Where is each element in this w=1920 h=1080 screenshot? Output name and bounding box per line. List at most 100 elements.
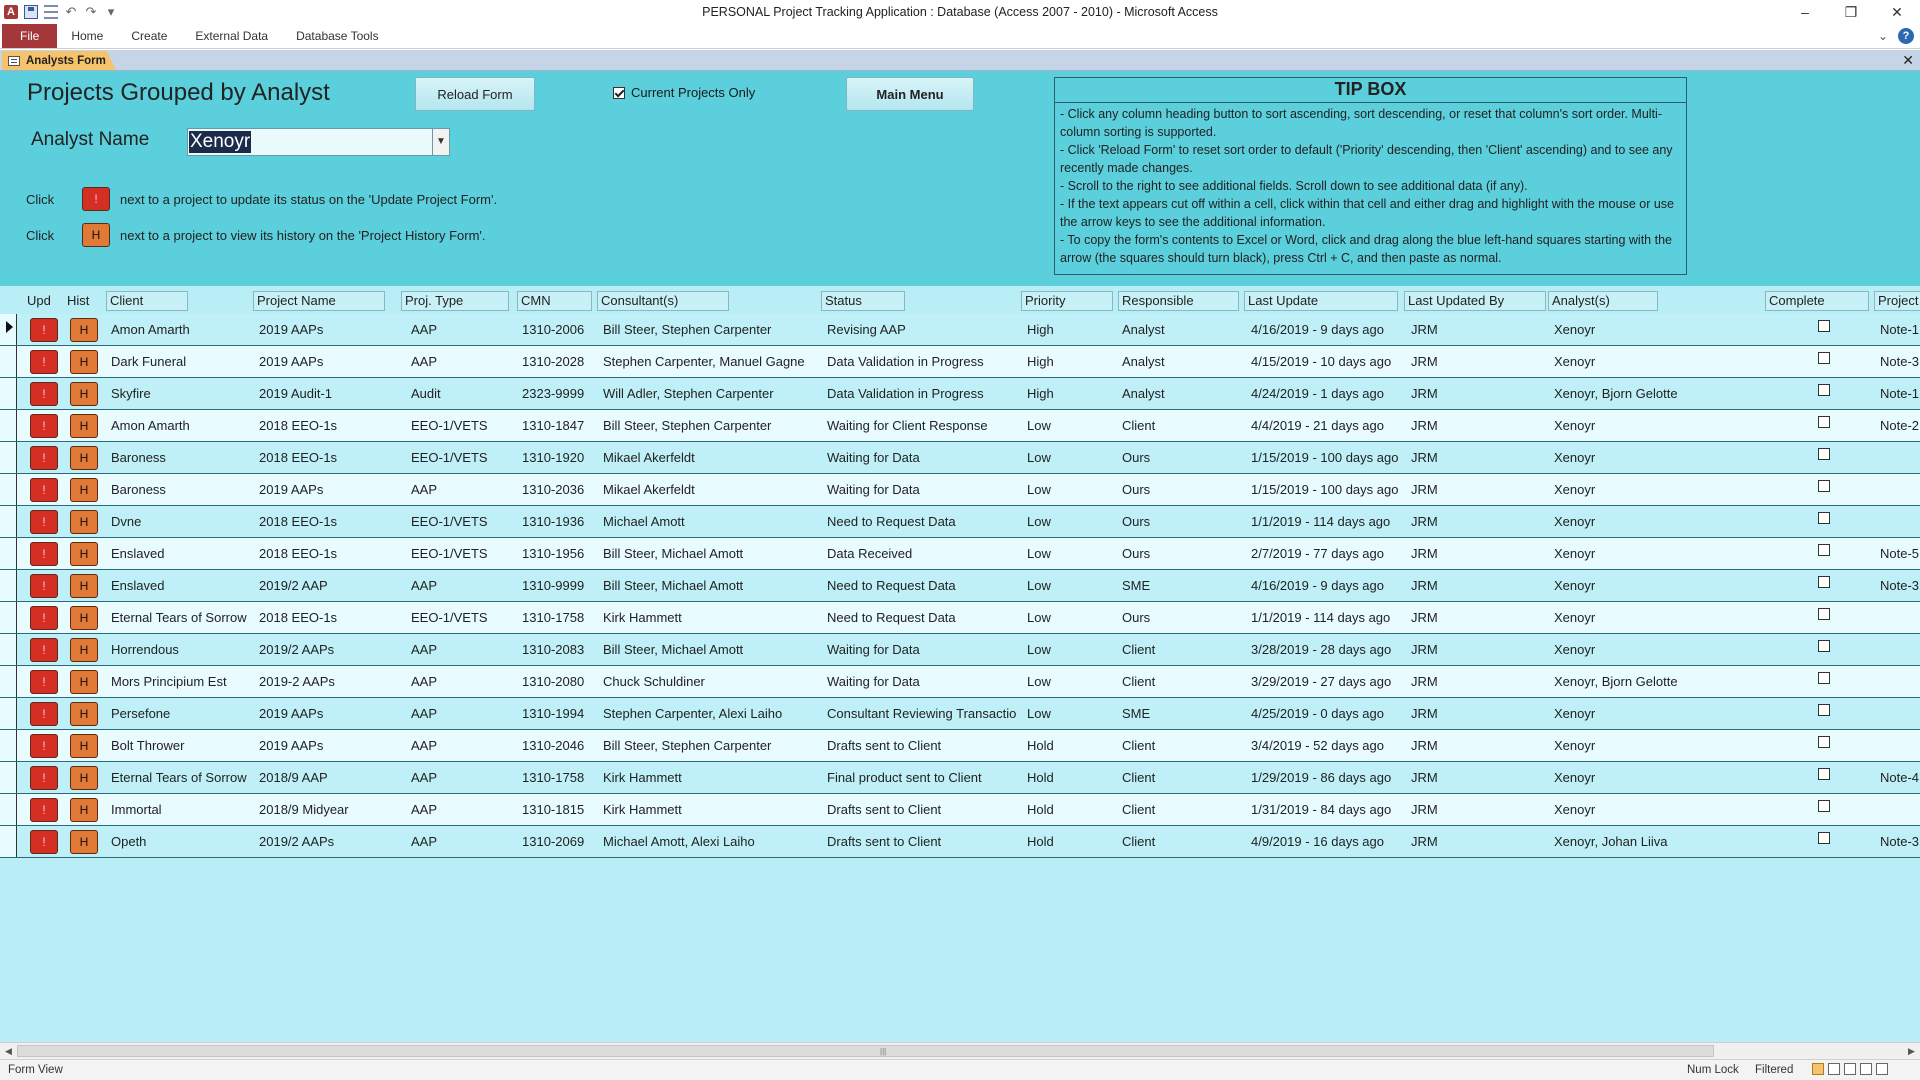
cell-project-name[interactable]: 2019-2 AAPs (259, 666, 399, 697)
table-row[interactable]: ! H Skyfire 2019 Audit-1 Audit 2323-9999 Will … (0, 378, 1920, 410)
cell-consultants[interactable]: Bill Steer, Stephen Carpenter (603, 314, 817, 345)
view-history-button[interactable]: H (70, 702, 98, 726)
record-selector[interactable] (0, 410, 17, 441)
help-icon[interactable]: ? (1898, 28, 1914, 44)
document-tab-analysts-form[interactable]: Analysts Form (2, 51, 116, 70)
cell-client[interactable]: Skyfire (111, 378, 251, 409)
cell-status[interactable]: Final product sent to Client (827, 762, 1017, 793)
complete-checkbox[interactable] (1818, 384, 1830, 396)
cell-last-updated-by[interactable]: JRM (1411, 730, 1541, 761)
column-header-status[interactable]: Status (821, 291, 905, 311)
cell-priority[interactable]: Hold (1027, 794, 1113, 825)
cell-status[interactable]: Data Validation in Progress (827, 378, 1017, 409)
cell-priority[interactable]: High (1027, 314, 1113, 345)
cell-project-notes[interactable]: Note-1 (1880, 314, 1920, 345)
cell-client[interactable]: Eternal Tears of Sorrow (111, 762, 251, 793)
cell-consultants[interactable]: Mikael Akerfeldt (603, 474, 817, 505)
cell-project-notes[interactable] (1880, 794, 1920, 825)
cell-last-updated-by[interactable]: JRM (1411, 538, 1541, 569)
cell-project-name[interactable]: 2019 AAPs (259, 698, 399, 729)
cell-project-notes[interactable]: Note-5 (1880, 538, 1920, 569)
record-selector[interactable] (0, 698, 17, 729)
cell-project-type[interactable]: AAP (411, 346, 511, 377)
cell-cmn[interactable]: 1310-9999 (522, 570, 594, 601)
cell-client[interactable]: Baroness (111, 474, 251, 505)
complete-checkbox[interactable] (1818, 736, 1830, 748)
complete-checkbox[interactable] (1818, 480, 1830, 492)
cell-project-type[interactable]: EEO-1/VETS (411, 442, 511, 473)
cell-client[interactable]: Baroness (111, 442, 251, 473)
record-selector[interactable] (0, 442, 17, 473)
table-row[interactable]: ! H Baroness 2018 EEO-1s EEO-1/VETS 1310-1920… (0, 442, 1920, 474)
cell-priority[interactable]: Hold (1027, 730, 1113, 761)
update-status-button[interactable]: ! (30, 542, 58, 566)
cell-consultants[interactable]: Chuck Schuldiner (603, 666, 817, 697)
cell-last-update[interactable]: 2/7/2019 - 77 days ago (1251, 538, 1401, 569)
scroll-left-icon[interactable]: ◀ (0, 1043, 17, 1059)
update-status-button[interactable]: ! (30, 478, 58, 502)
cell-status[interactable]: Need to Request Data (827, 602, 1017, 633)
table-row[interactable]: ! H Bolt Thrower 2019 AAPs AAP 1310-2046 Bill … (0, 730, 1920, 762)
complete-checkbox[interactable] (1818, 512, 1830, 524)
update-status-button[interactable]: ! (30, 734, 58, 758)
table-row[interactable]: ! H Amon Amarth 2018 EEO-1s EEO-1/VETS 1310-1… (0, 410, 1920, 442)
column-header-client[interactable]: Client (106, 291, 188, 311)
update-status-button[interactable]: ! (30, 446, 58, 470)
cell-cmn[interactable]: 1310-2028 (522, 346, 594, 377)
view-history-button[interactable]: H (70, 606, 98, 630)
cell-priority[interactable]: Low (1027, 474, 1113, 505)
cell-project-notes[interactable] (1880, 698, 1920, 729)
cell-cmn[interactable]: 1310-2046 (522, 730, 594, 761)
table-row[interactable]: ! H Eternal Tears of Sorrow 2018/9 AAP AAP 13… (0, 762, 1920, 794)
record-selector[interactable] (0, 378, 17, 409)
cell-responsible[interactable]: Analyst (1122, 346, 1240, 377)
cell-last-update[interactable]: 1/1/2019 - 114 days ago (1251, 506, 1401, 537)
view-history-button[interactable]: H (70, 510, 98, 534)
update-status-button[interactable]: ! (30, 574, 58, 598)
cell-cmn[interactable]: 1310-2083 (522, 634, 594, 665)
cell-project-notes[interactable] (1880, 506, 1920, 537)
record-selector[interactable] (0, 794, 17, 825)
cell-analysts[interactable]: Xenoyr (1554, 794, 1759, 825)
record-selector[interactable] (0, 538, 17, 569)
cell-client[interactable]: Enslaved (111, 538, 251, 569)
form-view-icon[interactable] (44, 5, 58, 19)
column-header-consultants[interactable]: Consultant(s) (597, 291, 729, 311)
undo-icon[interactable]: ↶ (64, 5, 78, 19)
update-status-button[interactable]: ! (30, 766, 58, 790)
cell-client[interactable]: Eternal Tears of Sorrow (111, 602, 251, 633)
chevron-down-icon[interactable]: ▼ (432, 129, 449, 155)
cell-client[interactable]: Immortal (111, 794, 251, 825)
cell-consultants[interactable]: Kirk Hammett (603, 794, 817, 825)
cell-last-update[interactable]: 4/15/2019 - 10 days ago (1251, 346, 1401, 377)
cell-last-updated-by[interactable]: JRM (1411, 474, 1541, 505)
record-selector[interactable] (0, 474, 17, 505)
cell-project-type[interactable]: EEO-1/VETS (411, 506, 511, 537)
cell-client[interactable]: Mors Principium Est (111, 666, 251, 697)
update-status-button[interactable]: ! (30, 830, 58, 854)
complete-checkbox[interactable] (1818, 704, 1830, 716)
update-status-button[interactable]: ! (30, 702, 58, 726)
cell-project-name[interactable]: 2019 AAPs (259, 346, 399, 377)
cell-last-updated-by[interactable]: JRM (1411, 314, 1541, 345)
cell-status[interactable]: Waiting for Data (827, 474, 1017, 505)
table-row[interactable]: ! H Eternal Tears of Sorrow 2018 EEO-1s EEO-… (0, 602, 1920, 634)
cell-status[interactable]: Need to Request Data (827, 570, 1017, 601)
cell-responsible[interactable]: Client (1122, 794, 1240, 825)
complete-checkbox[interactable] (1818, 416, 1830, 428)
cell-priority[interactable]: Hold (1027, 826, 1113, 857)
cell-consultants[interactable]: Bill Steer, Michael Amott (603, 538, 817, 569)
view-history-button[interactable]: H (70, 350, 98, 374)
cell-last-updated-by[interactable]: JRM (1411, 506, 1541, 537)
cell-project-type[interactable]: EEO-1/VETS (411, 602, 511, 633)
cell-project-notes[interactable]: Note-4 (1880, 762, 1920, 793)
cell-cmn[interactable]: 1310-1956 (522, 538, 594, 569)
cell-last-updated-by[interactable]: JRM (1411, 794, 1541, 825)
cell-priority[interactable]: Low (1027, 602, 1113, 633)
cell-project-name[interactable]: 2018/9 AAP (259, 762, 399, 793)
cell-responsible[interactable]: Client (1122, 762, 1240, 793)
view-history-button[interactable]: H (70, 382, 98, 406)
cell-project-name[interactable]: 2018 EEO-1s (259, 602, 399, 633)
cell-status[interactable]: Waiting for Client Response (827, 410, 1017, 441)
cell-priority[interactable]: Low (1027, 410, 1113, 441)
